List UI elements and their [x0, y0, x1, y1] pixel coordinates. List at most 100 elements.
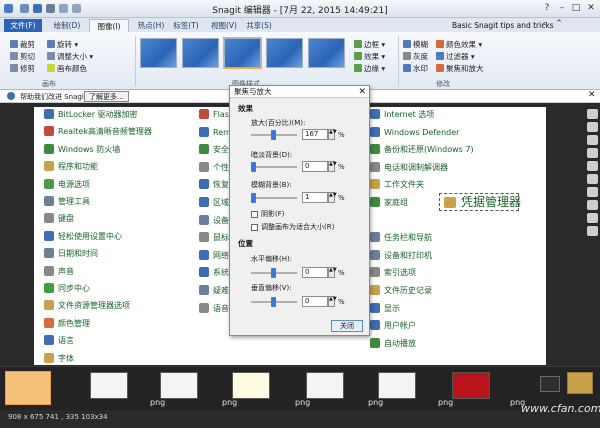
tray-thumbnail[interactable] [452, 372, 490, 399]
tab-image[interactable]: 图像(I) [89, 19, 129, 32]
close-button[interactable]: ✕ [584, 2, 598, 15]
resize-canvas-checkbox[interactable] [251, 224, 258, 231]
edges-button[interactable]: 边缘 ▾ [354, 64, 385, 74]
tab-hotspot[interactable]: 热点(H) [132, 19, 170, 32]
control-panel-item[interactable]: 轻松使用设置中心 [44, 230, 122, 243]
highlighter-tool-icon[interactable] [587, 161, 598, 171]
eraser-tool-icon[interactable] [587, 200, 598, 210]
grayscale-button[interactable]: 灰度 [403, 52, 428, 62]
tab-share[interactable]: 共享(S) [240, 19, 278, 32]
style-thumb[interactable] [266, 38, 303, 68]
control-panel-item[interactable]: 程序和功能 [44, 161, 98, 173]
vertical-offset-slider-knob[interactable] [271, 297, 276, 307]
selection-tool-icon[interactable] [587, 213, 598, 223]
zoom-slider[interactable] [251, 130, 297, 140]
arrow-tool-icon[interactable] [587, 109, 598, 119]
vertical-offset-slider[interactable] [251, 297, 297, 307]
tab-tags[interactable]: 标签(T) [167, 19, 205, 32]
control-panel-item[interactable]: 日期和时间 [44, 248, 98, 260]
control-panel-item[interactable]: 设备 [199, 214, 229, 227]
tray-thumbnail[interactable] [160, 372, 198, 399]
control-panel-item[interactable]: Internet 选项 [370, 109, 434, 121]
control-panel-item[interactable]: 用户帐户 [370, 320, 416, 332]
tray-thumbnail[interactable] [90, 372, 128, 399]
control-panel-item[interactable]: 颜色管理 [44, 317, 90, 330]
control-panel-item[interactable]: 设备和打印机 [370, 249, 432, 262]
style-thumb[interactable] [308, 38, 345, 68]
tab-file[interactable]: 文件(F) [4, 19, 42, 32]
control-panel-item[interactable]: 键盘 [44, 213, 74, 225]
maximize-button[interactable]: □ [569, 2, 583, 15]
control-panel-item[interactable]: 文件资源管理器选项 [44, 300, 130, 312]
vertical-offset-input[interactable]: 0 [302, 296, 328, 307]
tab-draw[interactable]: 绘制(D) [48, 19, 86, 32]
control-panel-item[interactable]: 网络 [199, 249, 229, 262]
close-icon[interactable]: ✕ [358, 86, 366, 98]
control-panel-item[interactable]: 疑难 [199, 285, 229, 297]
tray-thumbnail[interactable] [232, 372, 270, 399]
control-panel-item[interactable]: 字体 [44, 352, 74, 365]
horizontal-offset-spinner[interactable]: ▲▼ [328, 267, 337, 278]
canvas-color-button[interactable]: 画布颜色 [47, 64, 87, 74]
control-panel-item[interactable]: 自动播放 [370, 337, 416, 350]
color-effects-button[interactable]: 颜色效果 ▾ [436, 40, 482, 50]
help-icon[interactable]: ? [540, 2, 554, 15]
stamp-tool-icon[interactable] [587, 135, 598, 145]
horizontal-offset-slider-knob[interactable] [271, 268, 276, 278]
control-panel-item[interactable]: 电源选项 [44, 178, 90, 191]
style-thumb[interactable] [140, 38, 177, 68]
control-panel-item[interactable]: Windows 防火墙 [44, 143, 120, 156]
minimize-button[interactable]: – [555, 2, 569, 15]
control-panel-item[interactable]: Windows Defender [370, 126, 459, 139]
rotate-button[interactable]: 旋转 ▾ [47, 40, 78, 50]
close-dialog-button[interactable]: 关闭 [331, 320, 363, 332]
blur-background-slider[interactable] [251, 193, 297, 203]
cut-button[interactable]: 剪切 [10, 52, 35, 62]
control-panel-item[interactable]: 工作文件夹 [370, 179, 424, 191]
resize-button[interactable]: 调整大小 ▾ [47, 52, 93, 62]
horizontal-offset-input[interactable]: 0 [302, 267, 328, 278]
dim-background-spinner[interactable]: ▲▼ [328, 161, 337, 172]
learn-more-button[interactable]: 了解更多... [84, 91, 129, 102]
control-panel-item[interactable]: 区域 [199, 197, 229, 209]
control-panel-item[interactable]: 恢复 [199, 179, 229, 191]
zoom-input[interactable]: 167 [302, 129, 328, 140]
close-icon[interactable]: ✕ [588, 90, 596, 100]
pen-tool-icon[interactable] [587, 148, 598, 158]
effects-button[interactable]: 效果 ▾ [354, 52, 385, 62]
blur-background-input[interactable]: 1 [302, 192, 328, 203]
control-panel-item[interactable]: Rem [199, 126, 231, 139]
blur-background-spinner[interactable]: ▲▼ [328, 192, 337, 203]
trim-button[interactable]: 修剪 [10, 64, 35, 74]
shape-tool-icon[interactable] [587, 174, 598, 184]
crop-button[interactable]: 裁剪 [10, 40, 35, 50]
tray-thumbnail[interactable] [306, 372, 344, 399]
vertical-offset-spinner[interactable]: ▲▼ [328, 296, 337, 307]
control-panel-item[interactable]: 管理工具 [44, 196, 90, 208]
control-panel-item[interactable]: Realtek高清晰音频管理器 [44, 126, 152, 138]
text-tool-icon[interactable] [587, 226, 598, 236]
control-panel-item[interactable]: 电话和调制解调器 [370, 161, 448, 174]
control-panel-item[interactable]: 声音 [44, 265, 74, 278]
zoom-slider-knob[interactable] [271, 130, 276, 140]
dim-background-input[interactable]: 0 [302, 161, 328, 172]
filters-button[interactable]: 过滤器 ▾ [436, 52, 475, 62]
open-folder-icon[interactable] [540, 376, 560, 392]
control-panel-item[interactable]: 文件历史记录 [370, 285, 432, 297]
zoom-spinner[interactable]: ▲▼ [328, 129, 337, 140]
fill-tool-icon[interactable] [587, 187, 598, 197]
control-panel-item[interactable]: 家庭组 [370, 197, 408, 209]
tab-view[interactable]: 视图(V) [205, 19, 243, 32]
control-panel-item[interactable]: Flas [199, 109, 229, 121]
spotlight-magnify-button[interactable]: 聚焦和放大 [436, 64, 484, 74]
watermark-button[interactable]: 水印 [403, 64, 428, 74]
control-panel-item[interactable]: BitLocker 驱动器加密 [44, 109, 138, 121]
blur-button[interactable]: 模糊 [403, 40, 428, 50]
control-panel-item[interactable]: 安全 [199, 144, 229, 156]
control-panel-item[interactable]: 备份和还原(Windows 7) [370, 144, 474, 156]
control-panel-item[interactable]: 显示 [370, 302, 400, 315]
control-panel-item[interactable]: 语言 [44, 335, 74, 347]
control-panel-item[interactable]: 个性 [199, 161, 229, 174]
folder-icon[interactable] [567, 372, 593, 394]
tray-thumbnail[interactable] [5, 371, 51, 405]
